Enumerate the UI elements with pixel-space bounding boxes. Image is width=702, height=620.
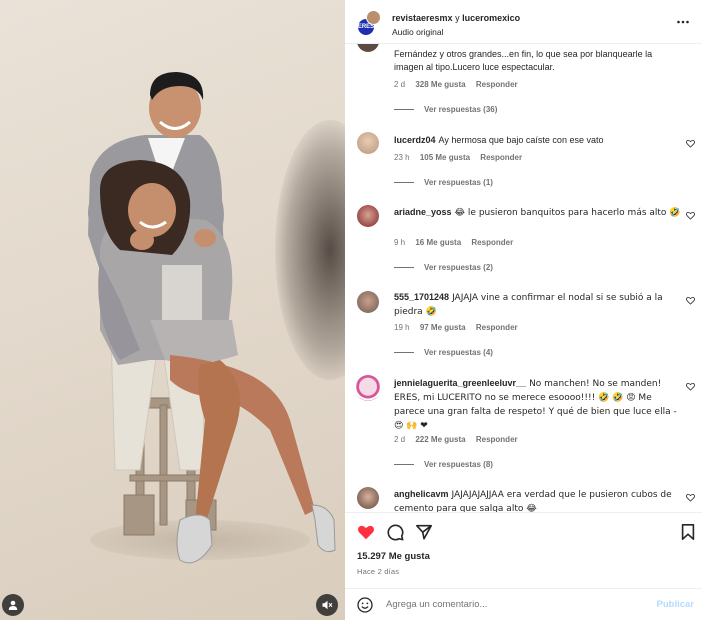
- heart-icon[interactable]: [686, 493, 695, 502]
- audio-link[interactable]: Audio original: [392, 27, 444, 37]
- bookmark-icon[interactable]: [679, 523, 697, 541]
- user-icon: [8, 600, 18, 610]
- replies-divider: [394, 109, 414, 110]
- comment-icon[interactable]: [386, 523, 404, 541]
- comment-text: anghelicavm JAJAJAJAJJAA era verdad que l…: [394, 488, 684, 512]
- comment-likes[interactable]: 16 Me gusta: [415, 238, 461, 247]
- reply-button[interactable]: Responder: [471, 238, 513, 247]
- photo-illustration: [88, 72, 336, 564]
- comment-username[interactable]: anghelicavm: [394, 489, 449, 499]
- post-photo[interactable]: [0, 0, 345, 620]
- comment-avatar[interactable]: [357, 205, 379, 227]
- comment-likes[interactable]: 328 Me gusta: [415, 80, 465, 89]
- user-tag-button[interactable]: [2, 594, 24, 616]
- comment-time: 9 h: [394, 238, 406, 247]
- likes-count[interactable]: 15.297 Me gusta: [357, 551, 430, 562]
- comment-username[interactable]: 555_1701248: [394, 292, 449, 302]
- account-avatar[interactable]: ERES: [357, 10, 381, 36]
- reply-button[interactable]: Responder: [476, 323, 518, 332]
- view-replies-button[interactable]: Ver respuestas (4): [394, 348, 493, 357]
- heart-icon[interactable]: [686, 211, 695, 220]
- publish-button[interactable]: Publicar: [657, 599, 695, 610]
- authors-connector: y: [452, 13, 463, 23]
- view-replies-button[interactable]: Ver respuestas (2): [394, 263, 493, 272]
- view-replies-button[interactable]: Ver respuestas (1): [394, 178, 493, 187]
- view-replies-label: Ver respuestas (4): [424, 348, 493, 357]
- post-actions: 15.297 Me gusta Hace 2 días: [345, 512, 702, 582]
- comment-avatar[interactable]: [357, 291, 379, 313]
- post-time[interactable]: Hace 2 días: [357, 567, 399, 576]
- comment-avatar[interactable]: [357, 44, 379, 52]
- heart-icon[interactable]: [686, 296, 695, 305]
- comment-likes[interactable]: 97 Me gusta: [420, 323, 466, 332]
- comment-likes[interactable]: 105 Me gusta: [420, 153, 470, 162]
- replies-divider: [394, 182, 414, 183]
- comment-likes[interactable]: 222 Me gusta: [415, 435, 465, 444]
- coauthor-link[interactable]: luceromexico: [462, 13, 520, 23]
- replies-divider: [394, 267, 414, 268]
- replies-divider: [394, 352, 414, 353]
- account-link[interactable]: revistaeresmx: [392, 13, 453, 23]
- comment-avatar[interactable]: [357, 132, 379, 154]
- comment-text: lucerdz04 Ay hermosa que bajo caíste con …: [394, 134, 684, 147]
- comment-time: 23 h: [394, 153, 410, 162]
- comments-list[interactable]: Fernández y otros grandes...en fin, lo q…: [345, 44, 702, 512]
- view-replies-button[interactable]: Ver respuestas (8): [394, 460, 493, 469]
- comment-time: 2 d: [394, 80, 406, 89]
- comment-text: 555_1701248 JAJAJA vine a confirmar el no…: [394, 291, 684, 319]
- comment-text: Fernández y otros grandes...en fin, lo q…: [394, 48, 684, 74]
- comment-meta: 23 h 105 Me gusta Responder: [394, 153, 530, 162]
- reply-button[interactable]: Responder: [480, 153, 522, 162]
- view-replies-label: Ver respuestas (36): [424, 105, 498, 114]
- comment-username[interactable]: lucerdz04: [394, 135, 436, 145]
- comment-text: ariadne_yoss 😂 le pusieron banquitos para…: [394, 206, 684, 220]
- emoji-icon[interactable]: [357, 597, 373, 613]
- view-replies-label: Ver respuestas (1): [424, 178, 493, 187]
- comment-meta: 2 d 328 Me gusta Responder: [394, 80, 526, 89]
- mute-button[interactable]: [316, 594, 338, 616]
- mute-icon: [322, 600, 333, 610]
- comment-meta: 19 h 97 Me gusta Responder: [394, 323, 526, 332]
- comment-input[interactable]: [386, 599, 606, 610]
- comment-meta: 2 d 222 Me gusta Responder: [394, 435, 526, 444]
- comment-content: 😂 le pusieron banquitos para hacerlo más…: [454, 208, 681, 218]
- heart-icon[interactable]: [686, 382, 695, 391]
- comment-content: Ay hermosa que bajo caíste con ese vato: [438, 135, 604, 145]
- reply-button[interactable]: Responder: [476, 435, 518, 444]
- comment-time: 2 d: [394, 435, 406, 444]
- comment-content: Fernández y otros grandes...en fin, lo q…: [394, 49, 653, 72]
- comment-meta: 9 h 16 Me gusta Responder: [394, 238, 521, 247]
- heart-icon[interactable]: [686, 139, 695, 148]
- view-replies-button[interactable]: Ver respuestas (36): [394, 105, 497, 114]
- post-side-panel: ERES revistaeresmx y luceromexico Audio …: [345, 0, 702, 620]
- comment-time: 19 h: [394, 323, 410, 332]
- reply-button[interactable]: Responder: [476, 80, 518, 89]
- comment-username[interactable]: jennielaguerita_greenleeluvr__: [394, 378, 526, 388]
- comment-composer: Publicar: [345, 588, 702, 620]
- replies-divider: [394, 464, 414, 465]
- coauthor-avatar: [366, 10, 381, 25]
- view-replies-label: Ver respuestas (2): [424, 263, 493, 272]
- comment-username[interactable]: ariadne_yoss: [394, 207, 452, 217]
- heart-icon[interactable]: [357, 523, 375, 541]
- view-replies-label: Ver respuestas (8): [424, 460, 493, 469]
- comment-avatar[interactable]: [357, 487, 379, 509]
- share-icon[interactable]: [415, 523, 433, 541]
- comment-text: jennielaguerita_greenleeluvr__ No manchen…: [394, 377, 684, 433]
- post-header: ERES revistaeresmx y luceromexico Audio …: [345, 0, 702, 44]
- post-authors: revistaeresmx y luceromexico: [392, 13, 520, 23]
- comment-avatar[interactable]: [355, 375, 381, 401]
- more-icon[interactable]: [676, 15, 690, 29]
